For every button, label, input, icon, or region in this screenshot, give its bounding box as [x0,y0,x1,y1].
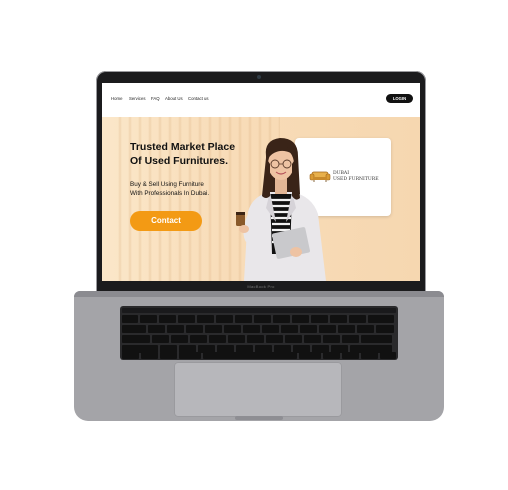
key[interactable] [292,315,309,323]
key[interactable] [216,315,233,323]
key[interactable] [349,315,366,323]
key[interactable] [122,315,138,323]
key[interactable] [171,335,188,343]
key[interactable] [167,325,184,333]
key[interactable] [376,325,394,333]
key[interactable] [224,325,241,333]
contact-button[interactable]: Contact [130,211,202,231]
key[interactable] [342,335,359,343]
key[interactable] [323,352,340,359]
laptop-hinge [74,291,444,297]
lid-opening-notch [235,416,283,420]
key[interactable] [281,325,298,333]
key[interactable] [273,315,290,323]
touch-bar-strip[interactable] [122,308,396,313]
nav-contact-link[interactable]: Contact us [188,96,209,101]
key[interactable] [300,325,317,333]
arrow-left-key[interactable] [342,352,359,359]
key[interactable] [179,352,201,359]
hero-subtitle-line1: Buy & Sell Using Furniture [130,181,204,188]
keyboard-row-space[interactable] [122,352,396,359]
key[interactable] [148,325,165,333]
hero-title-line2: Of Used Furnitures. [130,155,229,167]
hero-subtitle-line2: With Professionals In Dubai. [130,190,210,197]
laptop-base [74,291,444,421]
keyboard[interactable] [120,306,398,360]
keyboard-row-home[interactable] [122,335,392,343]
trackpad[interactable] [174,362,342,417]
key[interactable] [141,352,158,359]
key[interactable] [254,315,271,323]
key[interactable] [330,315,347,323]
key[interactable] [159,315,176,323]
site-navbar: Home Services FAQ About Us Contact us LO… [102,83,420,113]
key[interactable] [247,335,264,343]
hero-banner: Trusted Market Place Of Used Furnitures.… [102,117,420,281]
businesswoman-image [236,138,326,281]
nav-home-link[interactable]: Home [111,96,122,101]
key[interactable] [122,325,146,333]
key[interactable] [368,315,394,323]
key[interactable] [357,325,374,333]
key[interactable] [186,325,203,333]
hero-title-line1: Trusted Market Place [130,141,236,153]
key[interactable] [152,335,169,343]
key[interactable] [140,315,157,323]
key[interactable] [266,335,283,343]
arrow-updown-key[interactable] [361,352,378,359]
key[interactable] [205,325,222,333]
key[interactable] [122,335,150,343]
key[interactable] [262,325,279,333]
key[interactable] [122,352,139,359]
keyboard-row-qwerty[interactable] [122,325,394,333]
key[interactable] [243,325,260,333]
keyboard-row-numbers[interactable] [122,315,394,323]
key[interactable] [319,325,336,333]
key[interactable] [304,335,321,343]
key[interactable] [190,335,207,343]
key[interactable] [361,335,392,343]
laptop-model-label: MacBook Pro [247,284,275,289]
spacebar-key[interactable] [203,352,297,359]
key[interactable] [209,335,226,343]
key[interactable] [178,315,195,323]
key[interactable] [338,325,355,333]
arrow-right-key[interactable] [380,352,396,359]
key[interactable] [235,315,252,323]
nav-services-link[interactable]: Services [129,96,145,101]
key[interactable] [228,335,245,343]
key[interactable] [299,352,321,359]
nav-about-link[interactable]: About Us [165,96,183,101]
key[interactable] [285,335,302,343]
login-button[interactable]: LOGIN [386,94,413,103]
laptop-lid: Home Services FAQ About Us Contact us LO… [96,71,426,293]
key[interactable] [311,315,328,323]
nav-faq-link[interactable]: FAQ [151,96,160,101]
webcam-icon [257,75,261,79]
key[interactable] [160,352,177,359]
key[interactable] [197,315,214,323]
laptop-screen: Home Services FAQ About Us Contact us LO… [102,83,420,281]
key[interactable] [323,335,340,343]
